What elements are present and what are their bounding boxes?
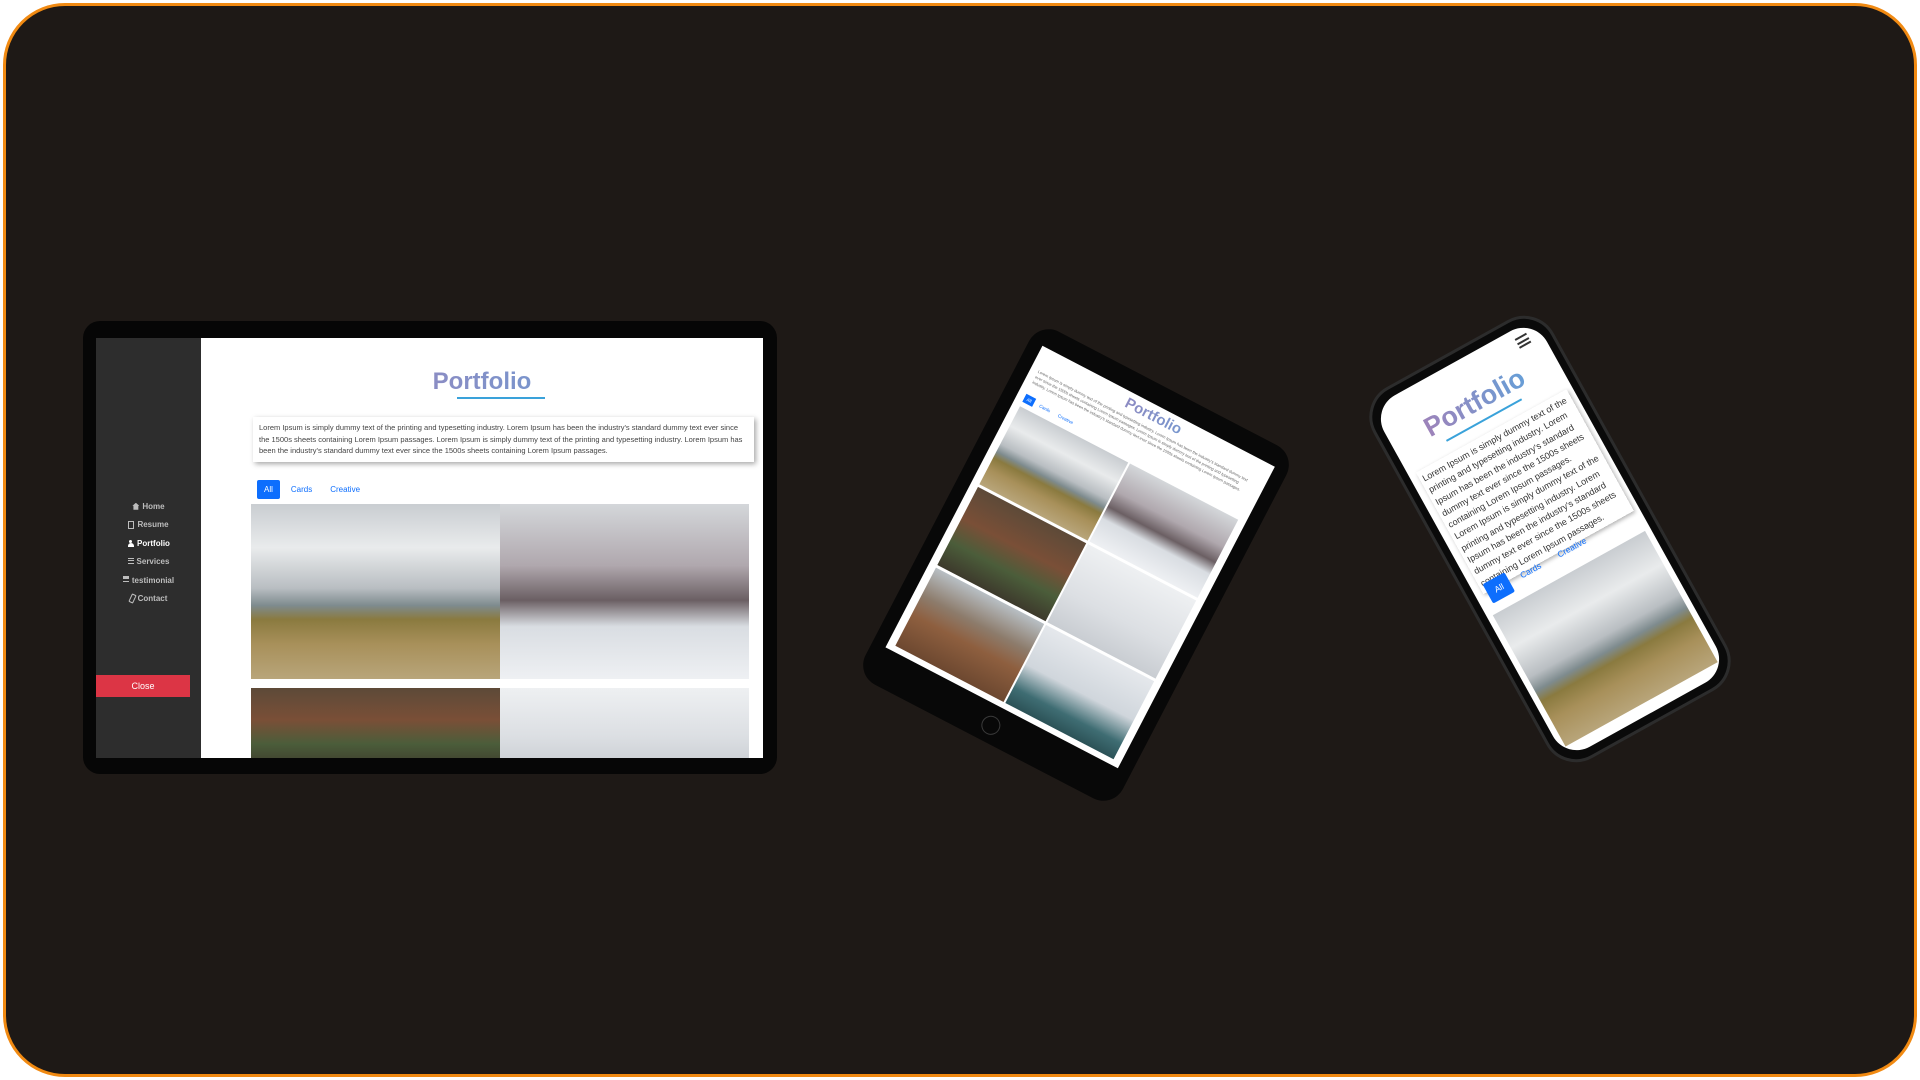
sidebar-item-testimonial[interactable]: testimonial (96, 571, 201, 590)
desktop-device-mockup: Home Resume Portfolio Services testimoni… (83, 321, 777, 774)
filter-creative-button[interactable]: Creative (323, 480, 367, 499)
list-icon (122, 576, 129, 583)
portfolio-image-winter-trees[interactable] (500, 688, 749, 758)
filter-tabs: All Cards Creative (257, 480, 367, 499)
sidebar-item-label: Home (142, 501, 165, 511)
sidebar-item-label: Contact (137, 594, 168, 604)
sidebar-item-label: Portfolio (137, 538, 170, 548)
sidebar-item-services[interactable]: Services (96, 553, 201, 572)
portfolio-image-snowy-park[interactable] (500, 504, 749, 679)
phone-icon (127, 593, 137, 604)
phone-screen: Portfolio Lorem Ipsum is simply dummy te… (1371, 318, 1729, 760)
tablet-screen: Portfolio Lorem Ipsum is simply dummy te… (885, 345, 1275, 769)
file-icon (128, 520, 135, 529)
portfolio-description: Lorem Ipsum is simply dummy text of the … (253, 417, 754, 462)
sidebar-nav: Home Resume Portfolio Services testimoni… (96, 497, 201, 608)
filter-all-button[interactable]: All (257, 480, 280, 499)
tablet-filter-all-button[interactable]: All (1022, 393, 1037, 407)
title-underline (457, 397, 545, 399)
portfolio-section: Portfolio Lorem Ipsum is simply dummy te… (201, 338, 763, 758)
sidebar-item-contact[interactable]: Contact (96, 590, 201, 609)
sidebar-item-label: Services (136, 557, 170, 567)
desktop-screen: Home Resume Portfolio Services testimoni… (96, 338, 763, 758)
sidebar-item-resume[interactable]: Resume (96, 516, 201, 535)
phone-device-mockup: Portfolio Lorem Ipsum is simply dummy te… (1357, 303, 1743, 775)
showcase-frame: Home Resume Portfolio Services testimoni… (3, 3, 1917, 1077)
sidebar: Home Resume Portfolio Services testimoni… (96, 338, 201, 758)
sidebar-item-portfolio[interactable]: Portfolio (96, 534, 201, 553)
close-button[interactable]: Close (96, 675, 190, 697)
sidebar-item-label: Resume (137, 520, 169, 530)
sidebar-item-label: testimonial (131, 575, 175, 585)
page-title: Portfolio (201, 368, 763, 396)
filter-cards-button[interactable]: Cards (284, 480, 319, 499)
hamburger-menu-icon[interactable] (1514, 332, 1533, 351)
list-icon (127, 557, 134, 564)
tablet-filter-cards-button[interactable]: Cards (1035, 400, 1055, 416)
portfolio-image-forest[interactable] (251, 688, 500, 758)
tablet-device-mockup: Portfolio Lorem Ipsum is simply dummy te… (855, 321, 1297, 809)
sidebar-item-home[interactable]: Home (96, 497, 201, 516)
home-button-icon (978, 712, 1004, 739)
portfolio-image-dunes[interactable] (251, 504, 500, 679)
home-icon (132, 502, 140, 510)
user-icon (127, 539, 134, 547)
